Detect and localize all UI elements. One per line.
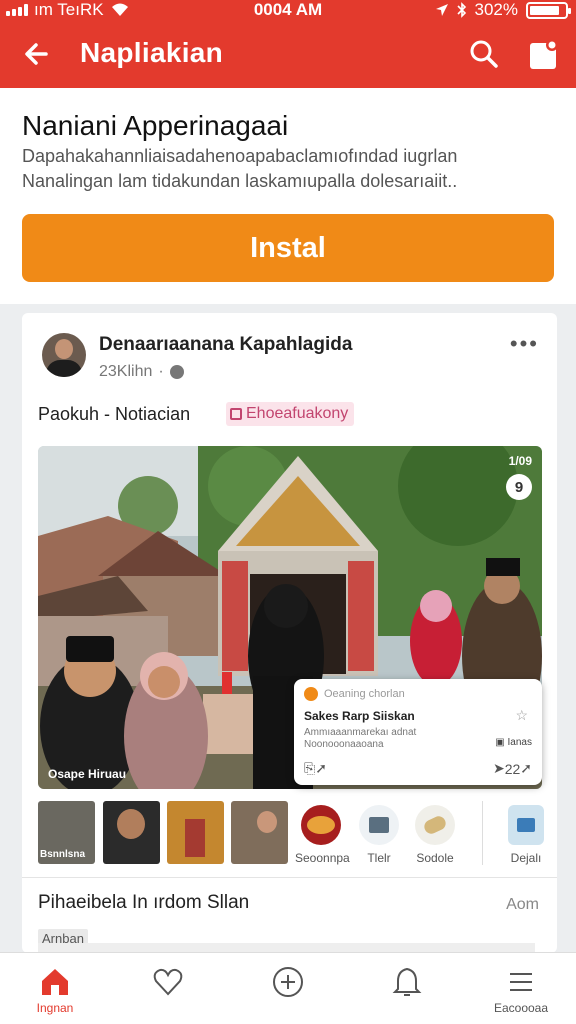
nav-notifications[interactable]	[362, 965, 452, 1001]
divider	[482, 801, 483, 865]
popup-header-text: Oeaning chorlan	[324, 688, 405, 700]
plus-circle-icon	[273, 967, 303, 997]
top-bar: ım TeıRK 0004 AM 302% Napliakian	[0, 0, 576, 88]
heart-icon	[153, 968, 183, 996]
nav-favorites[interactable]	[123, 965, 213, 1001]
app-shortcut-1-label: Seoonnpa	[295, 851, 350, 865]
popup-title: Sakes Rarp Siiskan	[304, 709, 415, 723]
thumbnail-2[interactable]	[103, 801, 160, 864]
thumbnail-1[interactable]: Bsnnlsna	[38, 801, 95, 864]
views-label: Ianas	[507, 737, 532, 748]
app-shortcut-2[interactable]: Tlelr	[353, 805, 405, 865]
bottom-nav: Ingnan Eacoooaa	[0, 952, 576, 1024]
globe-icon	[169, 365, 184, 379]
app-shortcut-4-label: Dejalı	[510, 851, 542, 865]
forward-icon[interactable]: ➚	[315, 760, 327, 777]
send-icon[interactable]: ➤	[493, 760, 505, 777]
thumbnail-4[interactable]	[231, 801, 288, 864]
status-bar: ım TeıRK 0004 AM 302%	[0, 0, 576, 22]
map-icon	[508, 805, 544, 845]
nav-home[interactable]: Ingnan	[10, 965, 100, 1015]
popup-subtitle-2: Noonooonaaoana	[304, 739, 384, 750]
house-icon	[359, 805, 399, 845]
dot-separator: ·	[158, 363, 164, 380]
media-badge[interactable]: 9	[506, 474, 532, 500]
related-sub[interactable]: Aom	[506, 896, 539, 914]
tag-chip[interactable]: Ehoeafuakony	[226, 402, 355, 426]
arrow-forward-icon[interactable]: ➚	[520, 760, 532, 777]
description-line-2: Nanalingan lam tidakundan laskamıupalla …	[22, 171, 458, 191]
menu-icon	[510, 973, 532, 991]
related-title[interactable]: Pihaeibela In ırdom Sllan	[38, 892, 249, 914]
nav-menu-label: Eacoooaa	[493, 1001, 549, 1015]
red-badge-icon	[301, 805, 341, 845]
bluetooth-icon	[456, 2, 466, 18]
post-meta: 23Klihn ·	[99, 363, 184, 381]
description-line-1: Dapahakahannliaisadahenoapabaclamıofında…	[22, 146, 458, 166]
avatar[interactable]	[42, 333, 86, 377]
search-icon[interactable]	[464, 34, 504, 74]
views-icon: ▣	[495, 737, 505, 748]
app-shortcut-3-label: Sodole	[416, 851, 454, 865]
media-caption: Osape Hiruau	[48, 767, 127, 781]
thumbnail-3[interactable]	[167, 801, 224, 864]
post-category: Paokuh - Notiacian	[38, 404, 191, 424]
nav-home-label: Ingnan	[36, 1001, 74, 1015]
share-icon[interactable]	[524, 34, 564, 74]
location-icon	[435, 4, 448, 16]
preview-popup[interactable]: Oeaning chorlan Sakes Rarp Siiskan Ammıa…	[294, 679, 542, 785]
bell-icon	[392, 967, 422, 996]
app-shortcut-3[interactable]: Sodole	[409, 805, 461, 865]
popup-actions: ⎘ ➚ ➤ 22 ➚	[304, 760, 532, 777]
app-logo-icon	[304, 687, 318, 701]
more-horizontal-icon[interactable]: •••	[510, 331, 539, 357]
popup-views: ▣ Ianas	[495, 737, 532, 748]
post-card: Denaarıaanana Kapahlagida 23Klihn · ••• …	[22, 313, 557, 953]
popup-subtitle: Ammıaaanmarekaı adnat	[304, 727, 417, 738]
app-shortcut-2-label: Tlelr	[367, 851, 391, 865]
page-title: Napliakian	[80, 37, 224, 68]
home-icon	[42, 969, 68, 995]
copy-icon[interactable]: ⎘	[304, 760, 315, 777]
thumbnail-strip: Bsnnlsna Seoonnpa Tlelr Sodole Dejalı	[38, 801, 557, 865]
nav-menu[interactable]: Eacoooaa	[476, 965, 566, 1015]
tag-label: Ehoeafuakony	[246, 405, 349, 422]
hand-icon	[415, 805, 455, 845]
popup-header: Oeaning chorlan	[304, 687, 405, 701]
app-shortcut-4[interactable]: Dejalı	[500, 805, 552, 865]
share-count: 22	[504, 760, 521, 777]
section-divider	[22, 877, 557, 878]
star-icon[interactable]: ☆	[515, 707, 528, 724]
battery-icon	[526, 1, 571, 19]
battery-fill	[530, 5, 559, 15]
thumbnail-1-label: Bsnnlsna	[40, 849, 86, 860]
app-description: Dapahakahannliaisadahenoapabaclamıofında…	[22, 144, 552, 194]
tag-icon	[230, 408, 242, 420]
nav-create[interactable]	[243, 965, 333, 1001]
post-author[interactable]: Denaarıaanana Kapahlagida	[99, 334, 352, 356]
media-counter: 1/09	[508, 454, 532, 468]
post-time: 23Klihn	[99, 363, 153, 380]
status-right: 302%	[435, 0, 571, 20]
battery-percent: 302%	[474, 0, 518, 19]
arrow-left-icon[interactable]	[18, 34, 58, 74]
app-shortcut-1[interactable]: Seoonnpa	[295, 805, 350, 865]
install-button[interactable]: Instal	[22, 214, 554, 282]
app-bar: Napliakian	[0, 22, 576, 88]
app-title: Naniani Apperinagaai	[22, 110, 289, 141]
install-card: Naniani Apperinagaai Dapahakahannliaisad…	[0, 88, 576, 304]
